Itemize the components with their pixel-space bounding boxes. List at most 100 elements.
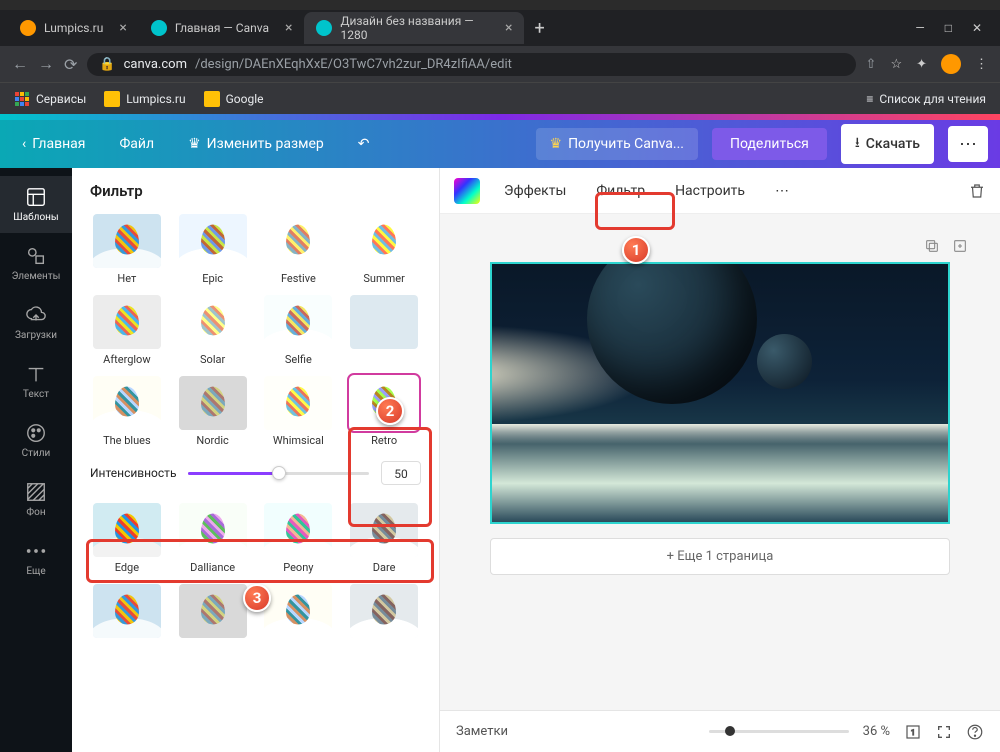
- more-button[interactable]: ⋯: [948, 126, 988, 162]
- bookmarks-bar: Сервисы Lumpics.ru Google ≡ Список для ч…: [0, 82, 1000, 114]
- color-picker[interactable]: [454, 178, 480, 204]
- url-field[interactable]: 🔒 canva.com/design/DAEnXEqhXxE/O3TwC7vh2…: [87, 53, 855, 76]
- notes-button[interactable]: Заметки: [456, 724, 508, 739]
- apps-icon: [14, 91, 30, 107]
- tab-title: Lumpics.ru: [44, 21, 103, 35]
- filter-extra2[interactable]: [176, 584, 250, 638]
- filter-nordic[interactable]: Nordic: [176, 376, 250, 447]
- bookmark-services[interactable]: Сервисы: [14, 91, 86, 107]
- download-button[interactable]: ⭳ Скачать: [841, 124, 934, 164]
- templates-icon: [25, 186, 47, 208]
- minimize-icon[interactable]: —: [915, 21, 924, 35]
- delete-button[interactable]: [968, 182, 986, 200]
- maximize-icon[interactable]: □: [945, 21, 952, 35]
- sidebar-item-templates[interactable]: Шаблоны: [0, 176, 72, 233]
- dots-icon: ⋯: [959, 134, 977, 155]
- browser-tab-canva-home[interactable]: Главная — Canva ×: [139, 12, 305, 44]
- slider-thumb[interactable]: [272, 466, 286, 480]
- tab-adjust[interactable]: Настроить: [669, 179, 751, 203]
- zoom-value: 36 %: [863, 724, 890, 739]
- filter-summer[interactable]: Summer: [347, 214, 421, 285]
- canva-toolbar: ‹ Главная Файл ♛ Изменить размер ↶ ♛ Пол…: [0, 120, 1000, 168]
- menu-icon[interactable]: ⋮: [975, 57, 988, 72]
- new-tab-button[interactable]: +: [524, 18, 554, 39]
- close-window-icon[interactable]: ✕: [972, 21, 982, 35]
- intensity-slider[interactable]: [188, 472, 369, 475]
- filter-solar[interactable]: Solar: [176, 295, 250, 366]
- home-button[interactable]: ‹ Главная: [12, 128, 95, 160]
- close-icon[interactable]: ×: [285, 20, 292, 36]
- sidebar-item-styles[interactable]: Стили: [0, 412, 72, 469]
- filter-retro[interactable]: Retro: [347, 376, 421, 447]
- sidebar-item-more[interactable]: Еще: [0, 530, 72, 587]
- filter-whimsical[interactable]: Whimsical: [262, 376, 336, 447]
- more-icon: [25, 540, 47, 562]
- filter-selfie[interactable]: Selfie: [262, 295, 336, 366]
- sidebar-item-text[interactable]: Текст: [0, 353, 72, 410]
- get-pro-button[interactable]: ♛ Получить Canva...: [536, 128, 698, 160]
- close-icon[interactable]: ×: [505, 20, 512, 36]
- star-icon[interactable]: ☆: [890, 57, 902, 72]
- favicon-icon: [20, 20, 36, 36]
- filter-festive[interactable]: Festive: [262, 214, 336, 285]
- download-icon: ⭳: [855, 132, 860, 156]
- filter-afterglow[interactable]: Afterglow: [90, 295, 164, 366]
- resize-button[interactable]: ♛ Изменить размер: [178, 128, 334, 160]
- extension-icon[interactable]: ✦: [916, 57, 927, 72]
- folder-icon: [104, 91, 120, 107]
- browser-tab-design[interactable]: Дизайн без названия — 1280 ×: [304, 12, 524, 44]
- duplicate-page-icon[interactable]: [924, 238, 940, 254]
- canvas-viewport[interactable]: + Еще 1 страница: [440, 214, 1000, 710]
- browser-tab-lumpics[interactable]: Lumpics.ru ×: [8, 12, 139, 44]
- filter-extra4[interactable]: [347, 584, 421, 638]
- crown-icon: ♛: [188, 136, 201, 152]
- elements-icon: [25, 245, 47, 267]
- filter-peony[interactable]: Peony: [262, 503, 336, 574]
- bottom-bar: Заметки 36 % 1: [440, 710, 1000, 752]
- sidebar-item-background[interactable]: Фон: [0, 471, 72, 528]
- share-button[interactable]: Поделиться: [712, 128, 827, 160]
- forward-icon[interactable]: →: [38, 54, 54, 74]
- tab-effects[interactable]: Эффекты: [498, 179, 572, 203]
- url-bar: ← → ⟳ 🔒 canva.com/design/DAEnXEqhXxE/O3T…: [0, 46, 1000, 82]
- filter-none[interactable]: Нет: [90, 214, 164, 285]
- filter-extra1[interactable]: [90, 584, 164, 638]
- filter-dalliance[interactable]: Dalliance: [176, 503, 250, 574]
- add-page-icon[interactable]: [952, 238, 968, 254]
- filter-edge[interactable]: Edge: [90, 503, 164, 574]
- file-button[interactable]: Файл: [109, 128, 164, 160]
- canvas-edit-toolbar: Эффекты Фильтр Настроить ⋯: [440, 168, 1000, 214]
- bookmark-lumpics[interactable]: Lumpics.ru: [104, 91, 185, 107]
- svg-text:1: 1: [911, 728, 915, 737]
- dots-icon: ⋯: [775, 183, 789, 199]
- zoom-slider[interactable]: [709, 730, 849, 733]
- bookmark-google[interactable]: Google: [204, 91, 264, 107]
- sidebar-item-uploads[interactable]: Загрузки: [0, 294, 72, 351]
- filter-theblues[interactable]: The blues: [90, 376, 164, 447]
- filter-extra3[interactable]: [262, 584, 336, 638]
- undo-button[interactable]: ↶: [348, 128, 380, 160]
- fullscreen-icon[interactable]: [936, 724, 952, 740]
- canvas-area: Эффекты Фильтр Настроить ⋯ + Еще 1 стран…: [440, 168, 1000, 752]
- back-icon[interactable]: ←: [12, 54, 28, 74]
- text-icon: [25, 363, 47, 385]
- add-page-button[interactable]: + Еще 1 страница: [490, 538, 950, 575]
- help-icon[interactable]: [966, 723, 984, 741]
- share-icon[interactable]: ⇧: [866, 57, 877, 72]
- filter-dare[interactable]: Dare: [347, 503, 421, 574]
- close-icon[interactable]: ×: [119, 20, 126, 36]
- tab-more[interactable]: ⋯: [769, 179, 795, 203]
- sidebar-item-elements[interactable]: Элементы: [0, 235, 72, 292]
- tab-filter[interactable]: Фильтр: [590, 179, 651, 203]
- filter-epic[interactable]: Epic: [176, 214, 250, 285]
- profile-avatar[interactable]: [941, 54, 961, 74]
- filter-blank[interactable]: [347, 295, 421, 366]
- favicon-icon: [151, 20, 167, 36]
- canvas-page[interactable]: [490, 262, 950, 524]
- reload-icon[interactable]: ⟳: [64, 55, 77, 74]
- folder-icon: [204, 91, 220, 107]
- intensity-value[interactable]: 50: [381, 461, 421, 485]
- reading-list-button[interactable]: ≡ Список для чтения: [866, 92, 986, 106]
- grid-view-icon[interactable]: 1: [904, 723, 922, 741]
- undo-icon: ↶: [358, 136, 370, 152]
